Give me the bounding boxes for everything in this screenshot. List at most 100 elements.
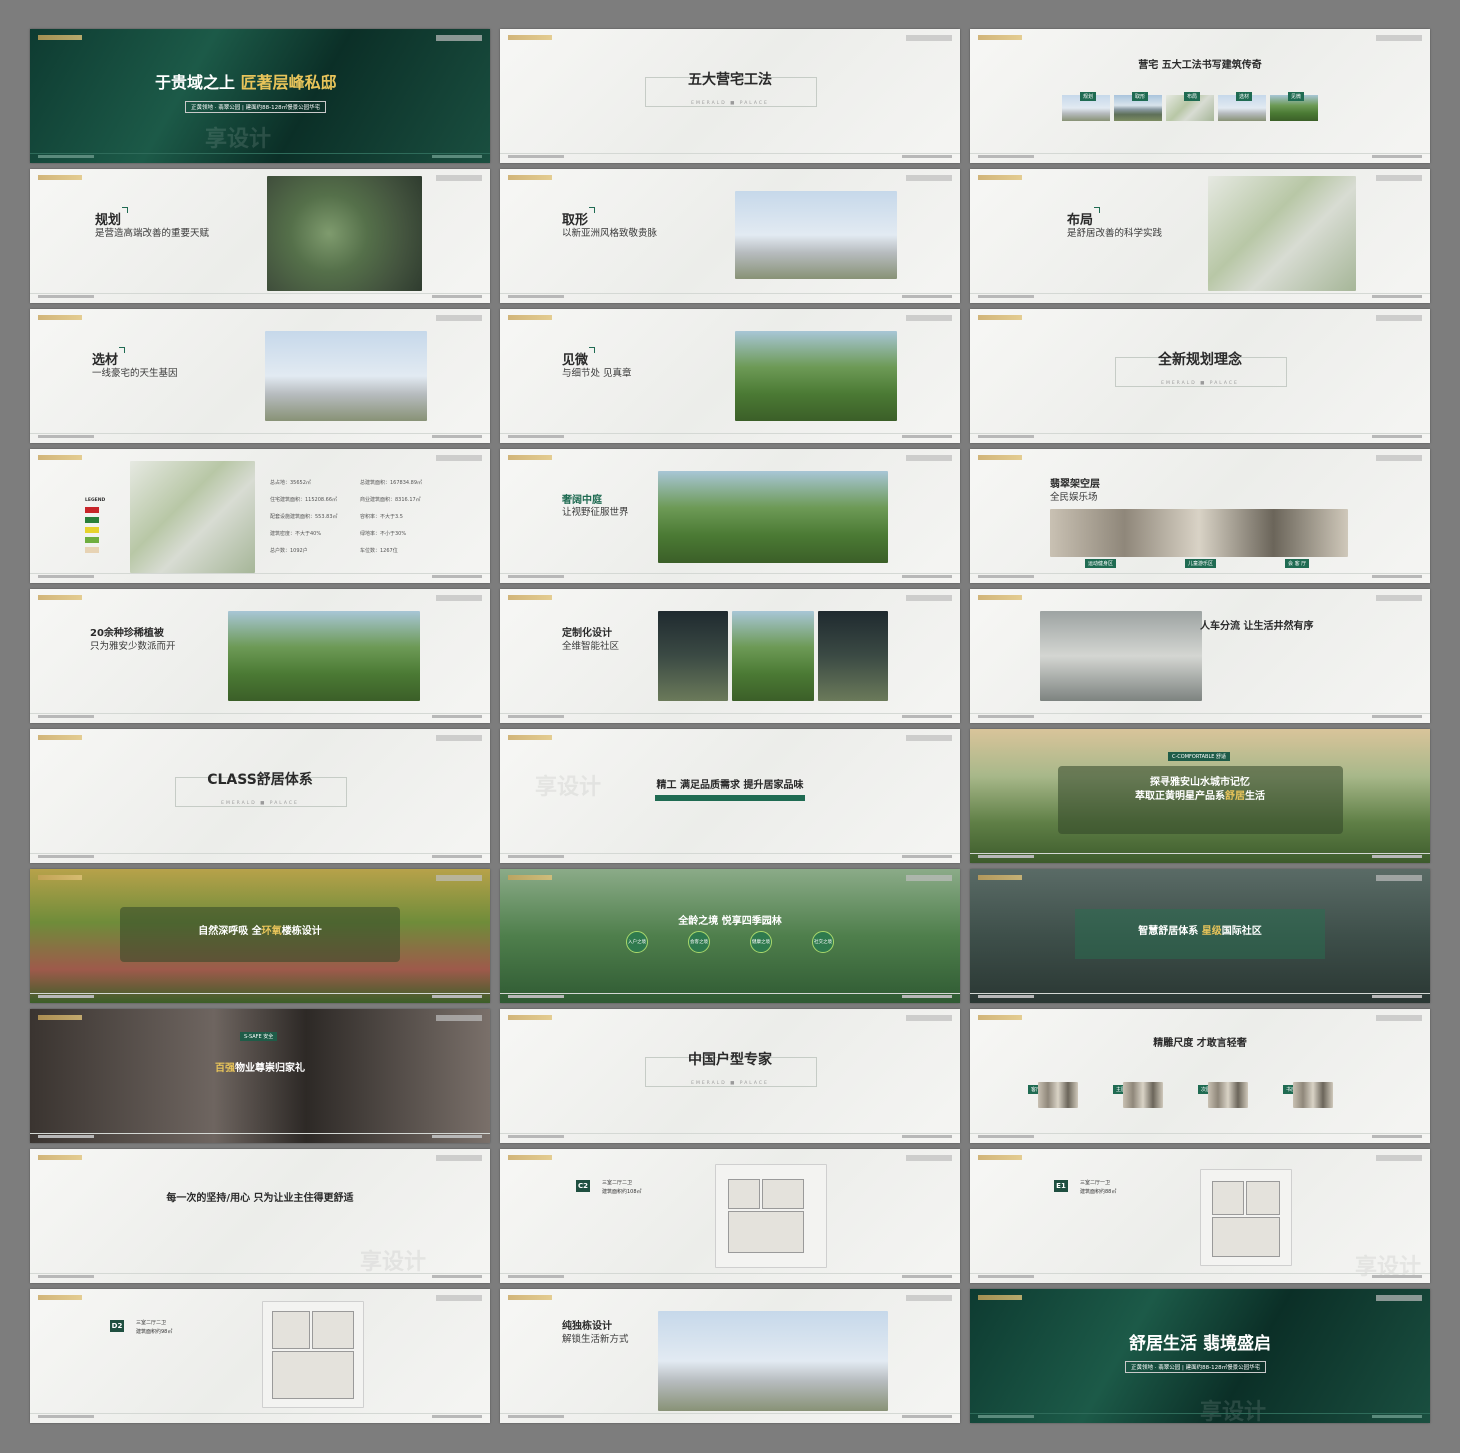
unit-title: 三室二厅二卫 bbox=[136, 1320, 167, 1326]
brand-logo bbox=[508, 455, 552, 460]
footer-left bbox=[38, 295, 94, 298]
slide-smart-living[interactable]: 智慧舒居体系 星级国际社区 bbox=[970, 869, 1430, 1003]
slide-property-service[interactable]: S-SAFE 安全 百强物业尊崇归家礼 bbox=[30, 1009, 490, 1143]
slide-plants[interactable]: 20余种珍稀植被 只为雅安少数派而开 bbox=[30, 589, 490, 723]
slide-refined-scale[interactable]: 精雕尺度 才敢言轻奢 客厅 主卧 次卧 书房 bbox=[970, 1009, 1430, 1143]
corner-mark bbox=[436, 1015, 482, 1021]
legend-title: LEGEND bbox=[85, 498, 106, 503]
footer-line bbox=[970, 853, 1430, 854]
plan-room bbox=[272, 1351, 354, 1399]
cover-pill: 正黄领地 · 翡翠公园 | 建面约88-128㎡慢景公园华宅 bbox=[185, 101, 327, 113]
slide-standalone-tower[interactable]: 纯独栋设计 解锁生活新方式 bbox=[500, 1289, 960, 1423]
slide-craftsmanship[interactable]: 精工 满足品质需求 提升居家品味 享设计 bbox=[500, 729, 960, 863]
slide-form[interactable]: 取形 以新亚洲风格致敬贵脉 bbox=[500, 169, 960, 303]
slide-unit-c2[interactable]: C2 三室二厅二卫 建筑面积约108㎡ bbox=[500, 1149, 960, 1283]
footer-left bbox=[38, 1135, 94, 1138]
unit-badge: E1 bbox=[1054, 1180, 1068, 1192]
footer-line bbox=[970, 153, 1430, 154]
section-title: 全龄之境 悦享四季园林 bbox=[678, 916, 782, 927]
park-photo bbox=[228, 611, 420, 701]
slide-subtitle: 让视野征服世界 bbox=[562, 507, 629, 518]
stat-item: 容积率：不大于3.5 bbox=[360, 514, 403, 520]
tower-photo bbox=[658, 1311, 888, 1411]
brand-logo bbox=[978, 1155, 1022, 1160]
slide-clubhouse[interactable]: 翡翠架空层 全民娱乐场 运动健身区 儿童游乐区 会 客 厅 bbox=[970, 449, 1430, 583]
slide-subtitle: 以新亚洲风格致敬贵脉 bbox=[562, 228, 658, 239]
footer-right bbox=[1372, 1275, 1422, 1278]
slide-four-seasons[interactable]: 全龄之境 悦享四季园林 入户之境 会客之境 健康之境 社交之境 bbox=[500, 869, 960, 1003]
slide-unit-e1[interactable]: E1 三室二厅一卫 建筑面积约88㎡ 享设计 bbox=[970, 1149, 1430, 1283]
footer-right bbox=[1372, 995, 1422, 998]
section-title: 智慧舒居体系 星级国际社区 bbox=[1138, 926, 1262, 937]
corner-mark bbox=[906, 35, 952, 41]
plan-room bbox=[728, 1179, 760, 1209]
footer-line bbox=[970, 1133, 1430, 1134]
title-bracket bbox=[122, 207, 128, 213]
slide-new-planning[interactable]: 全新规划理念 EMERALD ■ PALACE bbox=[970, 309, 1430, 443]
brand-logo bbox=[38, 315, 82, 320]
brand-logo bbox=[38, 595, 82, 600]
slide-site-stats[interactable]: LEGEND 总占地：35652㎡ 总建筑面积：167834.89㎡ 住宅建筑面… bbox=[30, 449, 490, 583]
slide-class-system[interactable]: CLASS舒居体系 EMERALD ■ PALACE bbox=[30, 729, 490, 863]
corner-mark bbox=[1376, 175, 1422, 181]
title-bracket bbox=[1094, 207, 1100, 213]
cover-title-b: 匠著层峰私邸 bbox=[240, 73, 337, 92]
slide-title: 纯独栋设计 bbox=[562, 1321, 612, 1332]
brand-logo bbox=[38, 735, 82, 740]
slide-traffic[interactable]: 人车分流 让生活井然有序 bbox=[970, 589, 1430, 723]
slide-title: 20余种珍稀植被 bbox=[90, 628, 164, 639]
legend-row bbox=[85, 517, 99, 523]
section-subtitle: EMERALD ■ PALACE bbox=[1161, 381, 1239, 386]
slide-details[interactable]: 见微 与细节处 见真章 bbox=[500, 309, 960, 443]
slide-title: 定制化设计 bbox=[562, 628, 612, 639]
watermark: 享设计 bbox=[1200, 1400, 1267, 1423]
area-tag: 运动健身区 bbox=[1085, 559, 1117, 568]
slide-layout[interactable]: 布局 是舒居改善的科学实践 bbox=[970, 169, 1430, 303]
slide-courtyard[interactable]: 奢阔中庭 让视野征服世界 bbox=[500, 449, 960, 583]
slide-closing[interactable]: 舒居生活 翡境盛启 正黄领地 · 翡翠公园 | 建面约88-128㎡慢景公园华宅… bbox=[970, 1289, 1430, 1423]
footer-left bbox=[38, 1415, 94, 1418]
slide-comfortable[interactable]: C-COMFORTABLE 舒适 探寻雅安山水城市记忆 萃取正黄明星产品系舒居生… bbox=[970, 729, 1430, 863]
closing-pill: 正黄领地 · 翡翠公园 | 建面约88-128㎡慢景公园华宅 bbox=[1125, 1361, 1267, 1373]
slide-cover[interactable]: 于贵域之上 匠著层峰私邸 正黄领地 · 翡翠公园 | 建面约88-128㎡慢景公… bbox=[30, 29, 490, 163]
footer-line bbox=[500, 853, 960, 854]
section-title: 自然深呼吸 全环氧楼栋设计 bbox=[198, 926, 322, 937]
footer-right bbox=[1372, 855, 1422, 858]
footer-line bbox=[500, 573, 960, 574]
slide-materials[interactable]: 选材 一线豪宅的天生基因 bbox=[30, 309, 490, 443]
corner-mark bbox=[906, 455, 952, 461]
brand-logo bbox=[38, 175, 82, 180]
footer-right bbox=[902, 155, 952, 158]
footer-line bbox=[500, 153, 960, 154]
footer-line bbox=[30, 713, 490, 714]
slide-persistence[interactable]: 每一次的坚持/用心 只为让业主住得更舒适 享设计 bbox=[30, 1149, 490, 1283]
brand-logo bbox=[38, 1015, 82, 1020]
footer-right bbox=[1372, 1415, 1422, 1418]
footer-right bbox=[902, 1275, 952, 1278]
area-tag: 会 客 厅 bbox=[1285, 559, 1310, 568]
footer-left bbox=[508, 435, 564, 438]
brand-logo bbox=[978, 1295, 1022, 1300]
area-tag: 儿童游乐区 bbox=[1185, 559, 1217, 568]
slide-five-methods[interactable]: 五大营宅工法 EMERALD ■ PALACE bbox=[500, 29, 960, 163]
unit-badge: C2 bbox=[576, 1180, 590, 1192]
legend-row bbox=[85, 537, 99, 543]
brand-logo bbox=[38, 455, 82, 460]
corner-mark bbox=[436, 1295, 482, 1301]
slide-unit-d2[interactable]: D2 三室二厅二卫 建筑面积约98㎡ bbox=[30, 1289, 490, 1423]
slide-unit-expert[interactable]: 中国户型专家 EMERALD ■ PALACE bbox=[500, 1009, 960, 1143]
footer-left bbox=[978, 435, 1034, 438]
footer-line bbox=[30, 573, 490, 574]
slide-title: 翡翠架空层 bbox=[1050, 479, 1100, 490]
room-photo bbox=[1293, 1082, 1333, 1108]
corner-mark bbox=[436, 315, 482, 321]
slide-five-methods-overview[interactable]: 营宅 五大工法书写建筑传奇 规划 取形 布局 选材 见微 bbox=[970, 29, 1430, 163]
slide-natural-breath[interactable]: 自然深呼吸 全环氧楼栋设计 bbox=[30, 869, 490, 1003]
footer-left bbox=[978, 1135, 1034, 1138]
footer-left bbox=[508, 155, 564, 158]
slide-planning[interactable]: 规划 是营造高端改善的重要天赋 bbox=[30, 169, 490, 303]
slide-smart-community[interactable]: 定制化设计 全维智能社区 bbox=[500, 589, 960, 723]
plan-room bbox=[762, 1179, 804, 1209]
footer-left bbox=[508, 575, 564, 578]
section-title: 五大营宅工法 bbox=[688, 72, 772, 88]
